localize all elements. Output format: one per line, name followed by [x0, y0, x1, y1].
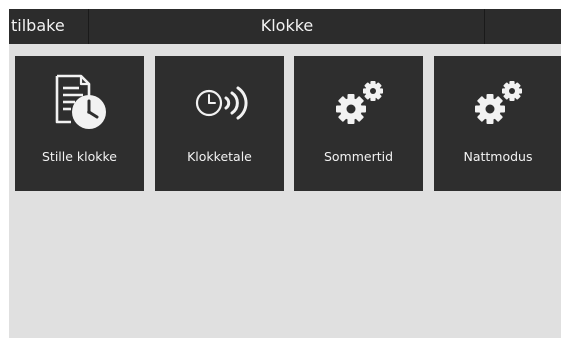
top-bar-right-slot — [484, 9, 561, 44]
tile-night-mode[interactable]: Nattmodus — [434, 56, 561, 191]
document-clock-icon — [15, 74, 144, 132]
tile-daylight-saving[interactable]: Sommertid — [294, 56, 423, 191]
gears-icon — [434, 74, 561, 132]
tile-label: Nattmodus — [463, 149, 533, 164]
tile-set-clock[interactable]: Stille klokke — [15, 56, 144, 191]
tile-speaking-clock[interactable]: Klokketale — [155, 56, 284, 191]
tile-label: Sommertid — [323, 149, 394, 164]
clock-settings-screen: tilbake Klokke Stille klokke Klokketale … — [9, 9, 561, 338]
tile-label: Klokketale — [187, 149, 252, 164]
tile-label: Stille klokke — [42, 149, 117, 164]
speaking-clock-icon — [155, 74, 284, 132]
back-button[interactable]: tilbake — [9, 9, 89, 44]
top-bar: tilbake Klokke — [9, 9, 561, 44]
gears-icon — [294, 74, 423, 132]
page-title: Klokke — [260, 16, 314, 35]
